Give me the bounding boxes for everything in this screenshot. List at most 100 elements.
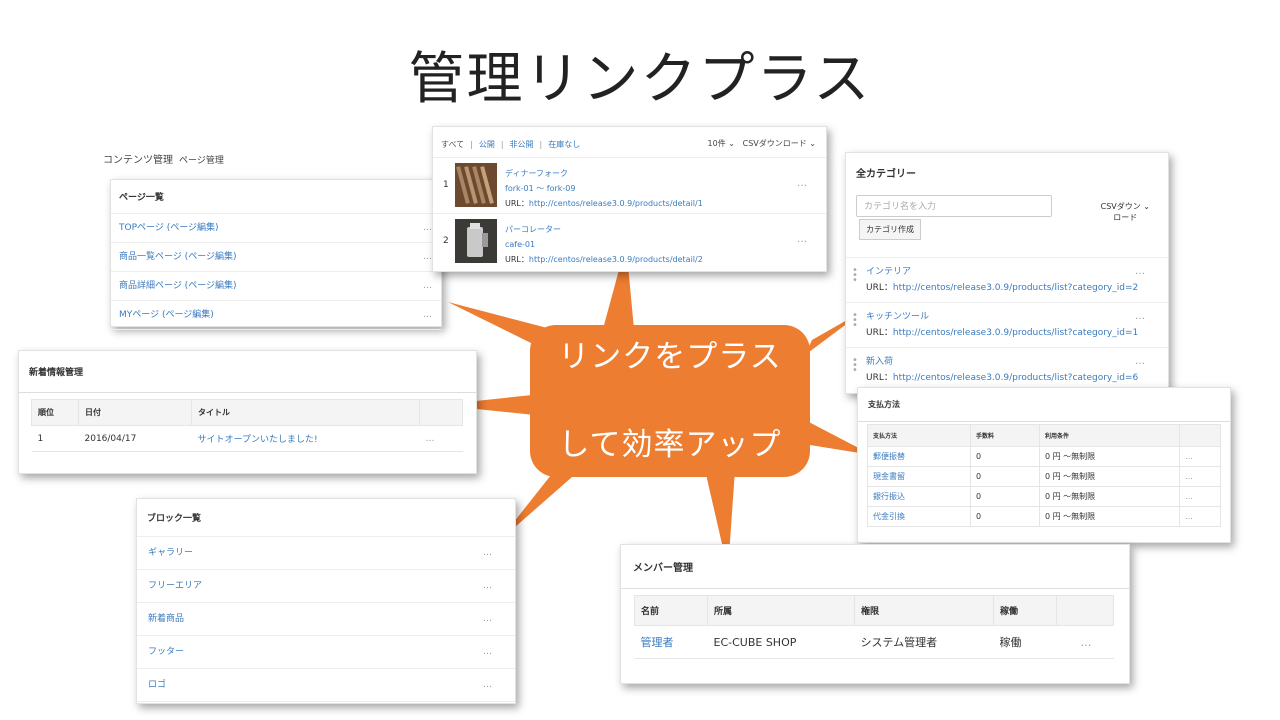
category-url-link[interactable]: http://centos/release3.0.9/products/list… [893, 283, 1138, 293]
block-link[interactable]: フッター [148, 636, 184, 668]
payment-method-link[interactable]: 銀行振込 [867, 486, 971, 507]
more-icon[interactable]: … [1135, 356, 1146, 367]
block-list-item[interactable]: ロゴ … [137, 669, 515, 702]
more-icon[interactable]: … [1056, 625, 1114, 659]
payment-panel: 支払方法 支払方法 手数料 利用条件 郵便振替 0 0 円 ～無制限 … 現金書… [857, 387, 1231, 543]
category-header: 全カテゴリー [856, 169, 916, 180]
table-row: 銀行振込 0 0 円 ～無制限 … [867, 486, 1221, 507]
page-link[interactable]: 商品詳細ページ (ページ編集) [119, 272, 237, 300]
payment-header: 支払方法 [858, 388, 1230, 422]
drag-handle-icon[interactable]: • • • [852, 311, 858, 331]
more-icon[interactable]: … [483, 570, 493, 602]
category-name-input[interactable]: カテゴリ名を入力 [856, 195, 1052, 217]
tab-out-of-stock[interactable]: 在庫なし [548, 140, 580, 149]
category-name-link[interactable]: インテリア [866, 264, 911, 277]
more-icon[interactable]: … [1135, 266, 1146, 277]
more-icon[interactable]: … [483, 537, 493, 569]
category-url-link[interactable]: http://centos/release3.0.9/products/list… [893, 373, 1138, 383]
block-list-header: ブロック一覧 [137, 499, 515, 537]
url-label: URL： [505, 199, 529, 208]
payment-method-link[interactable]: 代金引換 [867, 506, 971, 527]
block-list-item[interactable]: フリーエリア … [137, 570, 515, 603]
row-number: 1 [443, 180, 449, 190]
product-thumbnail[interactable] [455, 219, 497, 263]
payment-fee: 0 [970, 486, 1040, 507]
block-link[interactable]: ギャラリー [148, 537, 193, 569]
column-condition: 利用条件 [1039, 424, 1180, 447]
more-icon[interactable]: … [1179, 466, 1221, 487]
more-icon[interactable]: … [419, 425, 463, 452]
more-icon[interactable]: … [483, 669, 493, 701]
breadcrumb-main: コンテンツ管理 [103, 155, 173, 166]
tab-public[interactable]: 公開 [479, 140, 495, 149]
news-panel: 新着情報管理 順位 日付 タイトル 1 2016/04/17 サイトオープンいた… [18, 350, 477, 474]
product-list-panel: すべて | 公開 | 非公開 | 在庫なし 10件 ⌄ CSVダウンロード ⌄ 1 ディナー… [432, 126, 827, 272]
more-icon[interactable]: … [1179, 506, 1221, 527]
url-label: URL： [505, 255, 529, 264]
product-name-link[interactable]: パーコレーター [505, 222, 703, 237]
page-list-item[interactable]: MYページ (ページ編集) … [111, 301, 441, 330]
column-department: 所属 [707, 595, 855, 626]
category-name-link[interactable]: 新入荷 [866, 354, 893, 367]
product-thumbnail[interactable] [455, 163, 497, 207]
category-url-link[interactable]: http://centos/release3.0.9/products/list… [893, 328, 1138, 338]
page-list-item[interactable]: 商品詳細ページ (ページ編集) … [111, 272, 441, 301]
more-icon[interactable]: … [423, 272, 433, 300]
member-name-link[interactable]: 管理者 [634, 625, 708, 659]
table-row: 現金書留 0 0 円 ～無制限 … [867, 466, 1221, 487]
payment-method-link[interactable]: 現金書留 [867, 466, 971, 487]
block-link[interactable]: フリーエリア [148, 570, 202, 602]
breadcrumb: コンテンツ管理 ページ管理 [103, 151, 224, 166]
category-name-link[interactable]: キッチンツール [866, 309, 929, 322]
block-link[interactable]: 新着商品 [148, 603, 184, 635]
more-icon[interactable]: … [483, 603, 493, 635]
page-list-item[interactable]: 商品一覧ページ (ページ編集)… [111, 243, 441, 272]
block-link[interactable]: ロゴ [148, 669, 166, 701]
product-url-link[interactable]: http://centos/release3.0.9/products/deta… [529, 199, 703, 208]
table-row: 1 2016/04/17 サイトオープンいたしました! … [31, 425, 463, 452]
more-icon[interactable]: … [1135, 311, 1146, 322]
table-row: 郵便振替 0 0 円 ～無制限 … [867, 446, 1221, 467]
news-title-link[interactable]: サイトオープンいたしました! [191, 425, 420, 452]
csv-download-button[interactable]: CSVダウンロード ⌄ [743, 139, 816, 148]
payment-method-link[interactable]: 郵便振替 [867, 446, 971, 467]
tab-all[interactable]: すべて [441, 140, 464, 149]
callout-bubble: リンクをプラス して効率アップ [530, 325, 810, 477]
drag-handle-icon[interactable]: • • • [852, 356, 858, 376]
url-label: URL： [866, 373, 893, 383]
block-list-item[interactable]: 新着商品 … [137, 603, 515, 636]
page-link[interactable]: 商品一覧ページ (ページ編集) [119, 243, 237, 271]
table-row: 代金引換 0 0 円 ～無制限 … [867, 506, 1221, 527]
csv-download-button[interactable]: CSVダウン ⌄ ロード [1101, 201, 1150, 223]
csv-label-line2: ロード [1113, 213, 1138, 222]
product-url-link[interactable]: http://centos/release3.0.9/products/deta… [529, 255, 703, 264]
per-page-select[interactable]: 10件 ⌄ [708, 139, 735, 148]
url-label: URL： [866, 328, 893, 338]
page-link[interactable]: MYページ (ページ編集) [119, 301, 214, 329]
drag-handle-icon[interactable]: • • • [852, 266, 858, 286]
column-date: 日付 [78, 399, 192, 426]
column-fee: 手数料 [970, 424, 1040, 447]
more-icon[interactable]: … [1179, 446, 1221, 467]
create-category-button[interactable]: カテゴリ作成 [859, 219, 921, 240]
member-table: 名前 所属 権限 稼働 管理者 EC-CUBE SHOP システム管理者 稼働 … [634, 595, 1114, 659]
category-row: • • • 新入荷 URL：http://centos/release3.0.9/p… [846, 347, 1168, 392]
product-info: パーコレーター cafe-01 URL：http://centos/releas… [505, 222, 703, 267]
page-list-header: ページ一覧 [111, 180, 441, 214]
more-icon[interactable]: … [483, 636, 493, 668]
news-rank: 1 [31, 425, 79, 452]
more-icon[interactable]: … [797, 234, 808, 245]
block-list-item[interactable]: ギャラリー … [137, 537, 515, 570]
member-department: EC-CUBE SHOP [707, 625, 855, 659]
more-icon[interactable]: … [1179, 486, 1221, 507]
tab-private[interactable]: 非公開 [510, 140, 534, 149]
more-icon[interactable]: … [423, 301, 433, 329]
more-icon[interactable]: … [797, 178, 808, 189]
page-list-item[interactable]: TOPページ (ページ編集)… [111, 214, 441, 243]
member-status: 稼働 [993, 625, 1057, 659]
product-name-link[interactable]: ディナーフォーク [505, 166, 703, 181]
block-list-item[interactable]: フッター … [137, 636, 515, 669]
column-method: 支払方法 [867, 424, 971, 447]
product-list-controls: 10件 ⌄ CSVダウンロード ⌄ [708, 138, 816, 149]
page-link[interactable]: TOPページ (ページ編集) [119, 214, 219, 242]
